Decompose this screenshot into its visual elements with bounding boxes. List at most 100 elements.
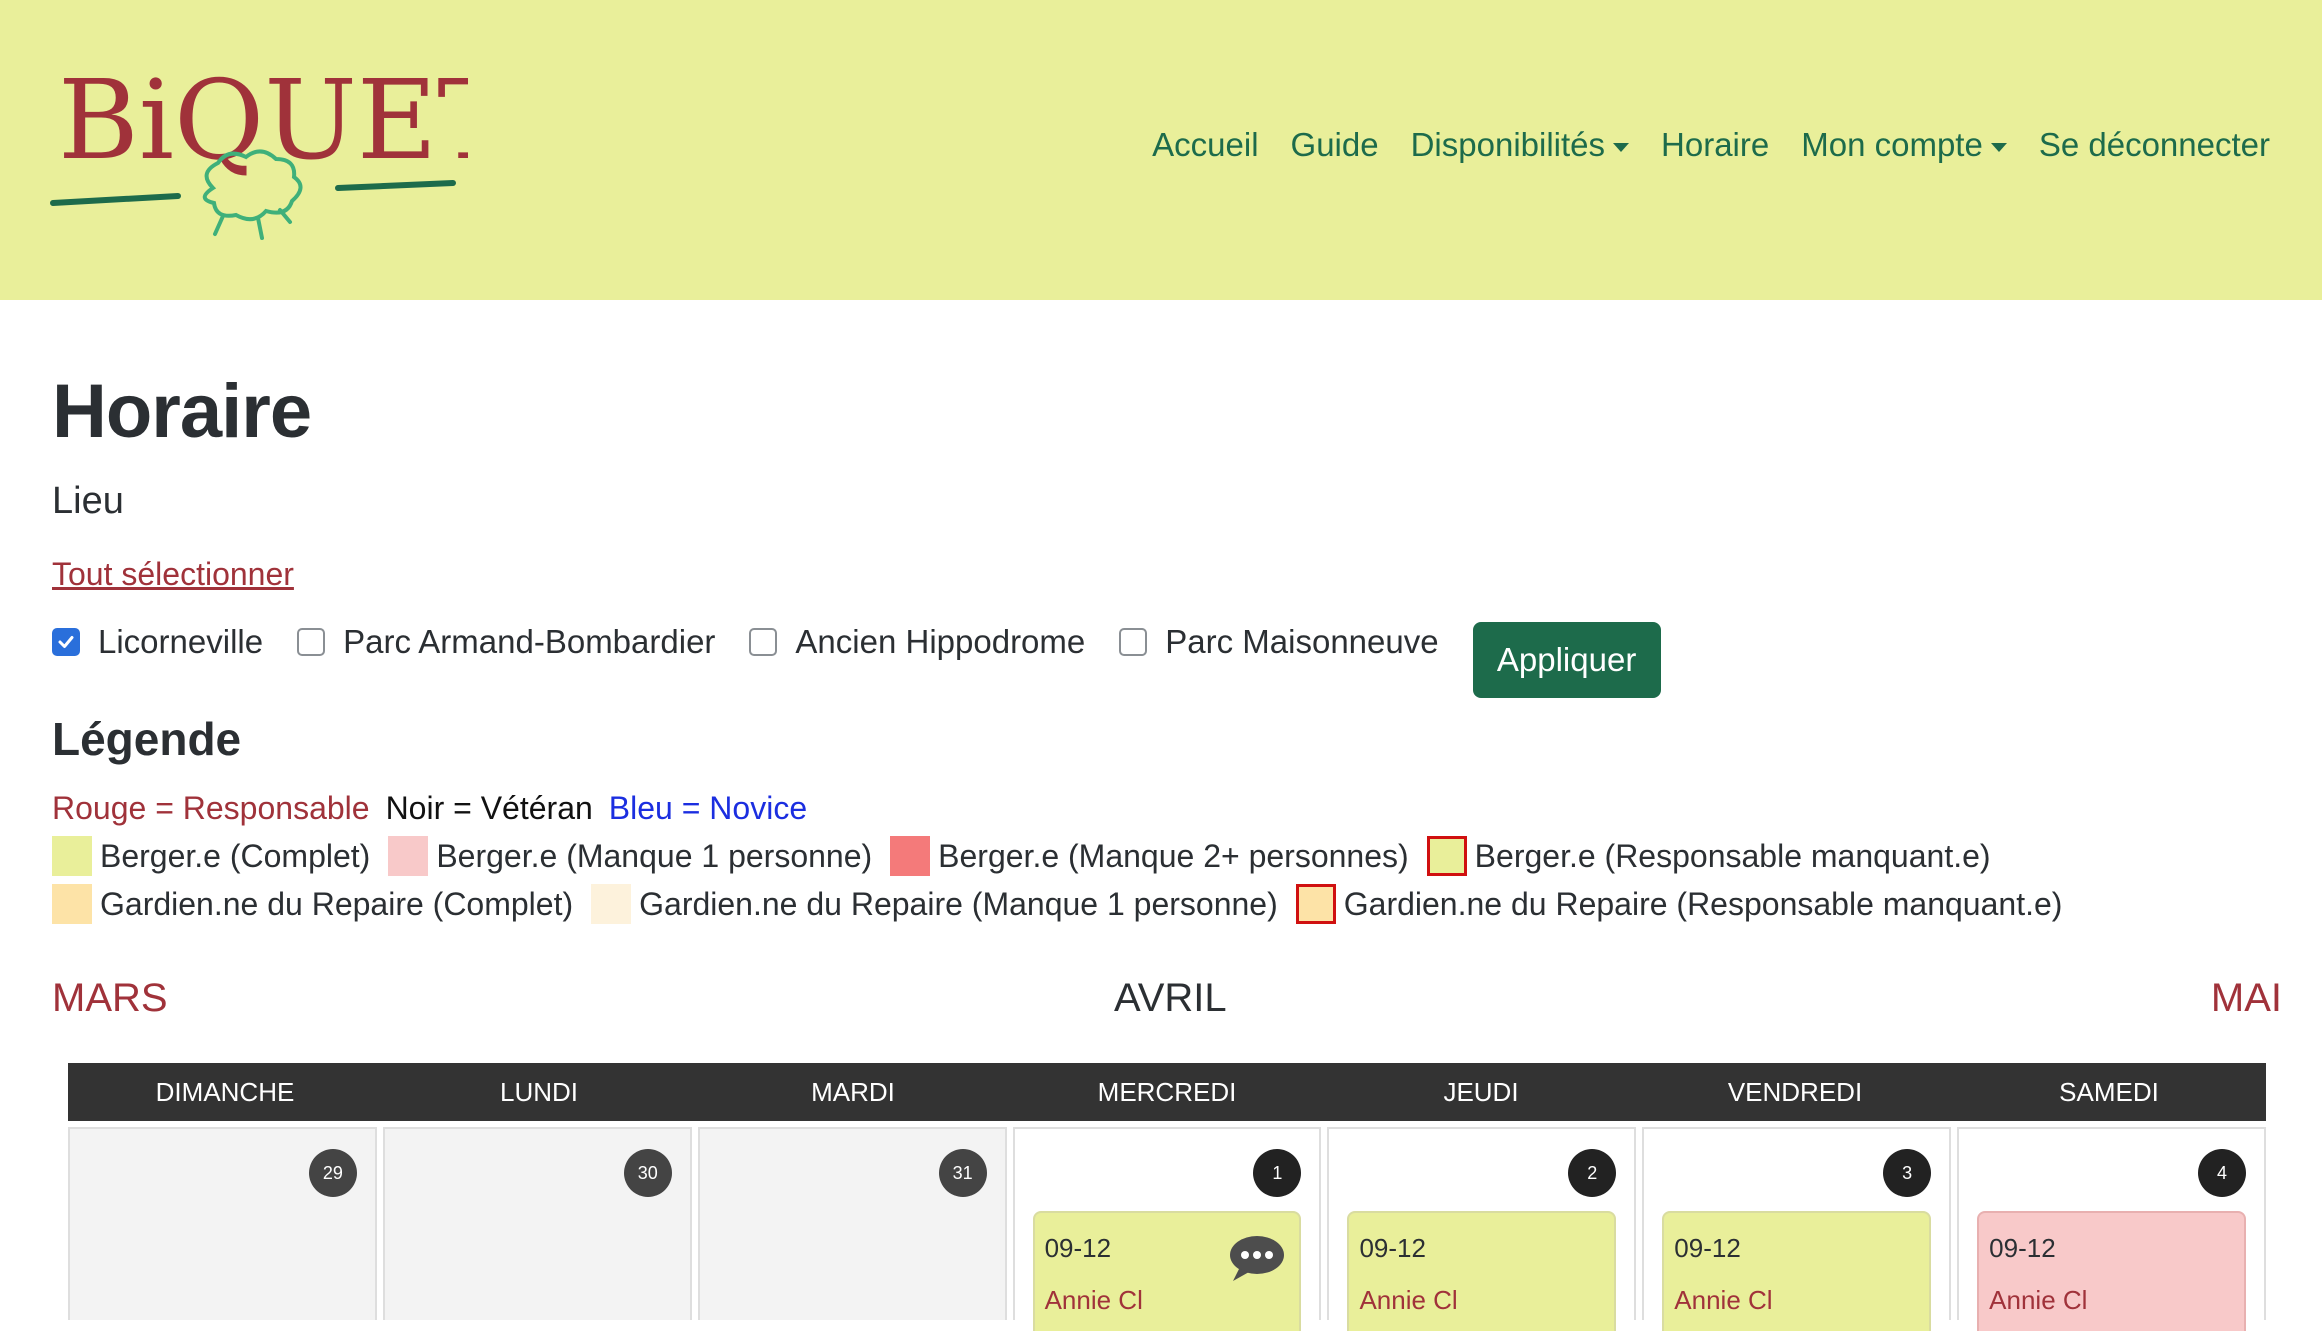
- location-label: Parc Armand-Bombardier: [343, 623, 716, 660]
- legend-label: Berger.e (Manque 2+ personnes): [938, 837, 1409, 874]
- legend-title: Légende: [52, 713, 242, 765]
- site-header: BiQUETTE Accueil Guide Disponibilités Horai…: [0, 0, 2322, 300]
- location-checkbox[interactable]: [52, 628, 80, 656]
- location-label: Parc Maisonneuve: [1165, 623, 1439, 660]
- location-option[interactable]: Parc Maisonneuve: [1119, 623, 1439, 661]
- weekday-jeudi: JEUDI: [1443, 1077, 1519, 1107]
- location-label: Ancien Hippodrome: [795, 623, 1086, 660]
- comment-icon[interactable]: [1227, 1233, 1287, 1288]
- role-responsable: Rouge = Responsable: [52, 790, 370, 826]
- shift-card[interactable]: 09-12 Annie Cl: [1347, 1211, 1617, 1331]
- legend-roles: Rouge = Responsable Noir = Vétéran Bleu …: [52, 790, 807, 827]
- calendar-day[interactable]: 3 09-12 Annie Cl: [1642, 1127, 1952, 1331]
- location-checkbox[interactable]: [1119, 628, 1148, 656]
- role-novice: Bleu = Novice: [608, 790, 808, 826]
- location-label: Licorneville: [98, 623, 264, 660]
- calendar-day[interactable]: 30: [382, 1127, 692, 1320]
- legend-label: Gardien.ne du Repaire (Complet): [100, 885, 574, 922]
- legend-item: Gardien.ne du Repaire (Responsable manqu…: [1295, 884, 2063, 924]
- shift-person: Annie Cl: [1989, 1285, 2088, 1315]
- location-option[interactable]: Ancien Hippodrome: [749, 623, 1085, 661]
- legend-swatch: [388, 836, 429, 876]
- shift-time: 09-12: [1044, 1233, 1112, 1263]
- legend-swatch: [591, 884, 632, 924]
- legend-item: Gardien.ne du Repaire (Manque 1 personne…: [591, 884, 1278, 924]
- legend-item: Berger.e (Manque 1 personne): [388, 836, 872, 876]
- legend-label: Berger.e (Manque 1 personne): [436, 837, 873, 874]
- nav-item-se-d-connecter[interactable]: Se déconnecter: [2039, 126, 2270, 164]
- day-number-badge: 3: [1883, 1149, 1932, 1197]
- caret-down-icon: [1990, 142, 2007, 152]
- location-filters: Licorneville Parc Armand-Bombardier Ancien…: [52, 604, 1661, 698]
- weekday-vendredi: VENDREDI: [1727, 1077, 1863, 1107]
- shift-time: 09-12: [1359, 1233, 1426, 1263]
- biquette-logo[interactable]: BiQUETTE: [48, 38, 468, 258]
- shift-time: 09-12: [1674, 1233, 1741, 1263]
- nav-item-label: Horaire: [1661, 126, 1770, 163]
- calendar-day[interactable]: 1 09-12 Annie Cl: [1012, 1127, 1322, 1331]
- shift-person: Annie Cl: [1359, 1285, 1458, 1315]
- nav-item-disponibilit-s[interactable]: Disponibilités: [1410, 126, 1630, 164]
- legend-swatch: [1426, 836, 1467, 876]
- nav-item-label: Se déconnecter: [2038, 126, 2270, 163]
- location-checkbox[interactable]: [297, 628, 326, 656]
- day-number-badge: 29: [308, 1149, 357, 1197]
- legend-swatch: [52, 884, 92, 924]
- page-title: Horaire: [52, 369, 312, 454]
- main-nav: Accueil Guide Disponibilités Horaire Mon com…: [1152, 126, 2270, 164]
- legend-item: Gardien.ne du Repaire (Complet): [52, 884, 573, 924]
- legend-label: Gardien.ne du Repaire (Manque 1 personne…: [639, 885, 1278, 922]
- legend-row-gardien: Gardien.ne du Repaire (Complet) Gardien.n…: [52, 884, 2080, 924]
- current-month: AVRIL: [1114, 976, 1227, 1020]
- calendar-day[interactable]: 2 09-12 Annie Cl: [1327, 1127, 1637, 1331]
- day-number-badge: 31: [938, 1149, 987, 1197]
- shift-card[interactable]: 09-12 Annie Cl: [1032, 1211, 1302, 1331]
- shift-time: 09-12: [1989, 1233, 2056, 1263]
- location-option[interactable]: Licorneville: [52, 623, 263, 661]
- nav-item-guide[interactable]: Guide: [1291, 126, 1379, 164]
- apply-button[interactable]: Appliquer: [1472, 622, 1661, 698]
- nav-item-label: Guide: [1290, 126, 1379, 163]
- nav-item-mon-compte[interactable]: Mon compte: [1801, 126, 2007, 164]
- next-month-link[interactable]: MAI: [2211, 976, 2282, 1021]
- lieu-label: Lieu: [52, 480, 124, 522]
- day-number-badge: 1: [1253, 1149, 1302, 1197]
- legend-label: Gardien.ne du Repaire (Responsable manqu…: [1343, 885, 2063, 922]
- calendar-week-row: 29 30 31 1 09-12 Annie Cl 2 09-12 Annie Cl 3 09-12…: [68, 1127, 2267, 1331]
- nav-item-label: Accueil: [1152, 126, 1259, 163]
- day-number-badge: 30: [623, 1149, 672, 1197]
- nav-item-horaire[interactable]: Horaire: [1661, 126, 1769, 164]
- legend-label: Berger.e (Responsable manquant.e): [1474, 837, 1991, 874]
- calendar-day[interactable]: 4 09-12 Annie Cl: [1957, 1127, 2267, 1331]
- shift-person: Annie Cl: [1674, 1285, 1773, 1315]
- weekday-dimanche: DIMANCHE: [155, 1077, 295, 1107]
- day-number-badge: 2: [1568, 1149, 1617, 1197]
- weekday-lundi: LUNDI: [499, 1077, 578, 1107]
- shift-card[interactable]: 09-12 Annie Cl: [1662, 1211, 1932, 1331]
- select-all-link[interactable]: Tout sélectionner: [52, 556, 294, 593]
- shift-person: Annie Cl: [1044, 1285, 1143, 1315]
- location-checkbox[interactable]: [749, 628, 778, 656]
- legend-item: Berger.e (Responsable manquant.e): [1426, 836, 1991, 876]
- legend-swatch: [890, 836, 931, 876]
- caret-down-icon: [1613, 142, 1630, 152]
- calendar-day[interactable]: 31: [697, 1127, 1007, 1320]
- shift-card[interactable]: 09-12 Annie Cl: [1977, 1211, 2247, 1331]
- location-option[interactable]: Parc Armand-Bombardier: [297, 623, 715, 661]
- legend-label: Berger.e (Complet): [100, 837, 371, 874]
- role-veteran: Noir = Vétéran: [385, 790, 593, 826]
- checkmark-icon: [58, 636, 74, 648]
- day-number-badge: 4: [2198, 1149, 2247, 1197]
- nav-item-label: Disponibilités: [1410, 126, 1606, 163]
- legend-swatch: [1295, 884, 1336, 924]
- weekday-mercredi: MERCREDI: [1097, 1077, 1237, 1107]
- weekday-mardi: MARDI: [811, 1077, 895, 1107]
- legend-item: Berger.e (Manque 2+ personnes): [890, 836, 1409, 876]
- month-navigation: MARS AVRIL MAI: [52, 976, 2282, 1026]
- prev-month-link[interactable]: MARS: [52, 976, 168, 1021]
- legend-item: Berger.e (Complet): [52, 836, 370, 876]
- nav-item-accueil[interactable]: Accueil: [1152, 126, 1258, 164]
- calendar-day[interactable]: 29: [68, 1127, 377, 1320]
- logo-wordmark: BiQUETTE: [58, 56, 468, 184]
- nav-item-label: Mon compte: [1801, 126, 1983, 163]
